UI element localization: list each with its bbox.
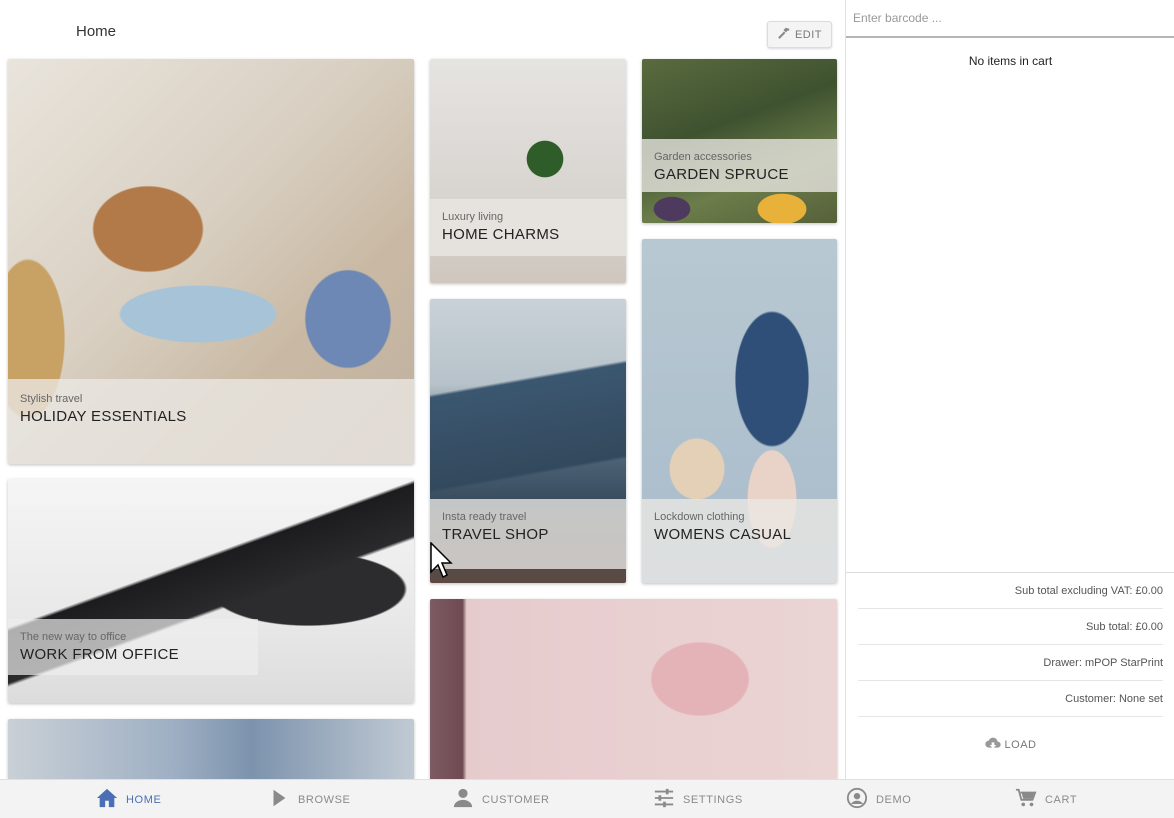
empty-cart-message: No items in cart [968, 54, 1053, 68]
tile-holiday-essentials[interactable]: Stylish travel HOLIDAY ESSENTIALS [8, 59, 414, 464]
hammer-icon [777, 26, 791, 43]
play-arrow-icon [268, 787, 290, 812]
home-icon [96, 787, 118, 812]
nav-label: HOME [126, 793, 162, 806]
tile-subtitle: The new way to office [20, 631, 127, 643]
tile-subtitle: Garden accessories [654, 151, 752, 163]
bottom-navigation: HOME BROWSE CUSTOMER SETTINGS DEMO CART [0, 779, 1174, 818]
nav-demo[interactable]: DEMO [846, 780, 911, 818]
tile-title: GARDEN SPRUCE [654, 166, 789, 183]
cart-totals: Sub total excluding VAT: £0.00 Sub total… [846, 572, 1174, 717]
customer-info[interactable]: Customer: None set [858, 681, 1163, 717]
nav-label: CART [1045, 793, 1078, 806]
tile-garden-spruce[interactable]: Garden accessories GARDEN SPRUCE [642, 59, 837, 223]
barcode-input[interactable] [846, 0, 1174, 38]
cloud-download-icon [984, 736, 1001, 753]
nav-settings[interactable]: SETTINGS [653, 780, 743, 818]
tile-title: WOMENS CASUAL [654, 526, 792, 543]
cart-panel: No items in cart Sub total excluding VAT… [845, 0, 1174, 779]
nav-customer[interactable]: CUSTOMER [452, 780, 550, 818]
subtotal-ex-vat: Sub total excluding VAT: £0.00 [858, 573, 1163, 609]
tile-subtitle: Lockdown clothing [654, 511, 745, 523]
load-label: LOAD [1004, 738, 1037, 751]
tile-subtitle: Insta ready travel [442, 511, 527, 523]
account-circle-icon [846, 787, 868, 812]
tile-title: TRAVEL SHOP [442, 526, 549, 543]
tile-title: HOLIDAY ESSENTIALS [20, 408, 187, 425]
nav-home[interactable]: HOME [96, 780, 161, 818]
nav-label: CUSTOMER [482, 793, 550, 806]
tile-title: WORK FROM OFFICE [20, 646, 179, 663]
tile-partial-lamp[interactable] [430, 599, 837, 779]
nav-label: BROWSE [298, 793, 351, 806]
person-icon [452, 787, 474, 812]
tile-title: HOME CHARMS [442, 226, 560, 243]
cart-icon [1015, 787, 1037, 812]
subtotal: Sub total: £0.00 [858, 609, 1163, 645]
pos-app: Home EDIT Stylish travel HOLIDAY ESSENTI… [0, 0, 1174, 818]
nav-cart[interactable]: CART [1015, 780, 1077, 818]
tile-subtitle: Luxury living [442, 211, 504, 223]
edit-button[interactable]: EDIT [767, 21, 832, 48]
edit-label: EDIT [794, 28, 823, 41]
tile-travel-shop[interactable]: Insta ready travel TRAVEL SHOP [430, 299, 626, 583]
load-button[interactable]: LOAD [846, 736, 1174, 753]
tile-work-from-office[interactable]: The new way to office WORK FROM OFFICE [8, 479, 414, 703]
nav-browse[interactable]: BROWSE [268, 780, 351, 818]
nav-label: DEMO [876, 793, 912, 806]
tile-subtitle: Stylish travel [20, 393, 83, 405]
drawer-info[interactable]: Drawer: mPOP StarPrint [858, 645, 1163, 681]
tile-partial-bottom-left[interactable] [8, 719, 414, 779]
nav-label: SETTINGS [683, 793, 743, 806]
tile-home-charms[interactable]: Luxury living HOME CHARMS [430, 59, 626, 283]
tile-womens-casual[interactable]: Lockdown clothing WOMENS CASUAL [642, 239, 837, 583]
page-title: Home [76, 23, 117, 40]
sliders-icon [653, 787, 675, 812]
